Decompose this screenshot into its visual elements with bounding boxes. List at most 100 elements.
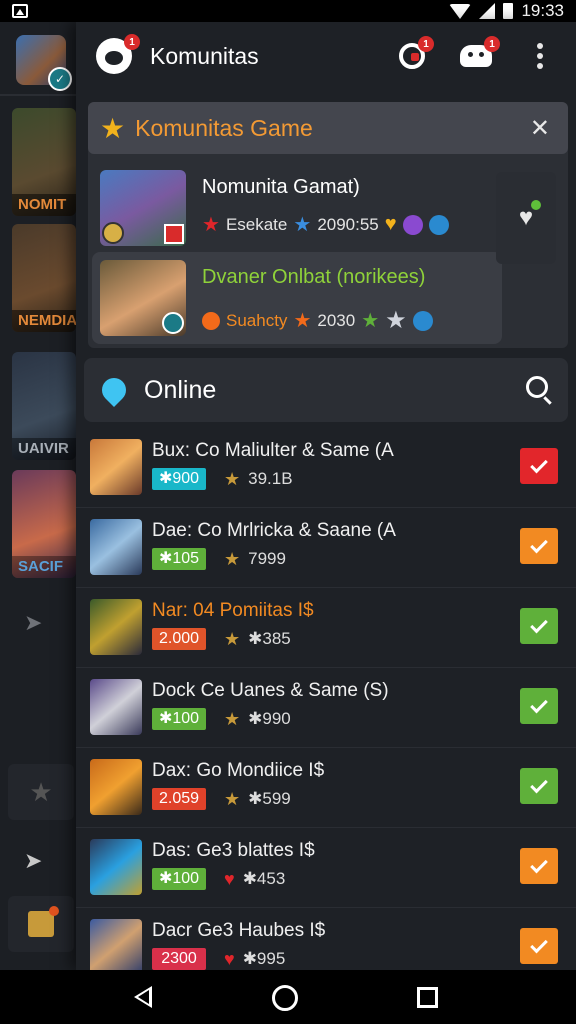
- sidebar-tile-label: NOMIT: [12, 194, 76, 216]
- send-icon[interactable]: ➤: [24, 848, 42, 874]
- battery-icon: [503, 3, 514, 19]
- user-avatar: [90, 599, 142, 655]
- top-bar: 1 Komunitas 1 1: [76, 22, 576, 90]
- heart-icon: ♥: [518, 200, 542, 231]
- select-checkbox[interactable]: [520, 928, 558, 964]
- level-tag: ✱100: [152, 868, 206, 890]
- select-checkbox[interactable]: [520, 688, 558, 724]
- star-icon: ★: [202, 214, 220, 236]
- star-icon: ★: [29, 776, 53, 807]
- star-icon: ★: [293, 214, 312, 236]
- score-value: ✱990: [248, 709, 291, 728]
- online-title: Online: [144, 375, 217, 404]
- favorite-button[interactable]: ♥: [496, 172, 556, 264]
- game-thumbnail: [100, 170, 186, 246]
- sidebar-game-tile[interactable]: SACIF: [12, 470, 76, 578]
- user-stats: ✱105 ★ 7999: [152, 548, 286, 570]
- game-thumbnail: [100, 260, 186, 336]
- select-checkbox[interactable]: [520, 608, 558, 644]
- user-score: ★ 39.1B: [224, 469, 293, 490]
- score-value: ✱599: [248, 789, 291, 808]
- user-list-row[interactable]: Dae: Co Mrlricka & Saane (A ✱105 ★ 7999: [76, 508, 576, 588]
- select-checkbox[interactable]: [520, 848, 558, 884]
- check-icon: [530, 455, 548, 474]
- user-score: ★ 7999: [224, 549, 286, 570]
- community-panel: 1 Komunitas 1 1 ★ Komunitas Game ✕ Nomun…: [76, 22, 576, 988]
- emblem-icon: [428, 214, 449, 235]
- g-button[interactable]: 1: [394, 36, 434, 74]
- user-avatar: [90, 519, 142, 575]
- close-icon[interactable]: ✕: [530, 114, 550, 143]
- notification-badge: 1: [418, 36, 434, 52]
- star-icon: ★: [224, 708, 241, 729]
- check-icon: [530, 855, 548, 874]
- user-name: Dax: Go Mondiice I$: [152, 760, 325, 781]
- level-tag: ✱105: [152, 548, 206, 570]
- more-menu-button[interactable]: [522, 38, 558, 74]
- emblem-icon: [412, 310, 433, 331]
- score-value: ✱385: [248, 629, 291, 648]
- status-bar: 19:33: [0, 0, 576, 22]
- more-dot: [537, 53, 543, 59]
- user-avatar: [90, 839, 142, 895]
- heart-icon: ♥: [224, 948, 235, 969]
- select-checkbox[interactable]: [520, 528, 558, 564]
- user-list-row[interactable]: Bux: Co Maliulter & Same (A ✱900 ★ 39.1B: [76, 428, 576, 508]
- star-icon: ★: [224, 788, 241, 809]
- back-icon[interactable]: [134, 986, 152, 1008]
- sidebar-game-tile[interactable]: NEMDIA: [12, 224, 76, 332]
- profile-avatar[interactable]: ✓: [16, 35, 72, 91]
- user-score: ★ ✱599: [224, 789, 291, 810]
- level-tag: 2300: [152, 948, 206, 970]
- community-app-icon[interactable]: 1: [96, 34, 140, 74]
- user-score: ★ ✱385: [224, 629, 291, 650]
- star-icon: ★: [100, 112, 126, 144]
- search-icon[interactable]: [526, 376, 548, 398]
- gamepad-button[interactable]: 1: [458, 36, 500, 74]
- sidebar: ✓ NOMIT NEMDIA UAIVIR SACIF ➤ ★ ➤: [0, 22, 76, 970]
- user-stats: 2.000 ★ ✱385: [152, 628, 291, 650]
- featured-game-item-selected[interactable]: Dvaner Onlbat (norikees) Suahcty ★ 2030 …: [92, 252, 502, 344]
- sidebar-mini-button[interactable]: [8, 896, 74, 952]
- featured-header: ★ Komunitas Game ✕: [88, 102, 568, 154]
- user-name: Bux: Co Maliulter & Same (A: [152, 440, 394, 461]
- check-icon: [530, 695, 548, 714]
- clock: 19:33: [521, 1, 564, 20]
- game-thumbnail-icon: [28, 906, 59, 937]
- star-icon: ★: [224, 628, 241, 649]
- level-tag: 2.000: [152, 628, 206, 650]
- game-meta: ★ Esekate ★ 2090:55 ♥: [202, 212, 449, 237]
- featured-game-item[interactable]: Nomunita Gamat) ★ Esekate ★ 2090:55 ♥: [92, 162, 502, 254]
- sidebar-game-tile[interactable]: NOMIT: [12, 108, 76, 216]
- level-tag: 2.059: [152, 788, 206, 810]
- score-value: ✱995: [242, 949, 286, 968]
- check-icon: [530, 535, 548, 554]
- select-checkbox[interactable]: [520, 768, 558, 804]
- game-name: Dvaner Onlbat (norikees): [202, 266, 426, 288]
- user-score: ♥ ✱995: [224, 949, 285, 970]
- user-list-row[interactable]: Nar: 04 Pomiitas I$ 2.000 ★ ✱385: [76, 588, 576, 668]
- screen: 19:33 ✓ NOMIT NEMDIA UAIVIR SACIF ➤ ★ ➤ …: [0, 0, 576, 1024]
- check-icon: [530, 935, 548, 954]
- sidebar-tile-label: UAIVIR: [12, 438, 76, 460]
- user-stats: ✱100 ★ ✱990: [152, 708, 291, 730]
- user-list-row[interactable]: Das: Ge3 blattes I$ ✱100 ♥ ✱453: [76, 828, 576, 908]
- home-icon[interactable]: [272, 985, 298, 1011]
- profile-badge-icon: ✓: [48, 67, 72, 91]
- user-stats: ✱900 ★ 39.1B: [152, 468, 293, 490]
- recent-apps-icon[interactable]: [417, 987, 438, 1008]
- send-icon[interactable]: ➤: [24, 610, 42, 636]
- check-icon: [530, 615, 548, 634]
- user-avatar: [90, 919, 142, 975]
- star-icon: ★: [293, 310, 312, 332]
- game-badge-icon: [164, 224, 184, 244]
- star-icon: ★: [385, 307, 407, 334]
- user-avatar: [90, 439, 142, 495]
- page-title: Komunitas: [150, 42, 259, 69]
- select-checkbox[interactable]: [520, 448, 558, 484]
- user-list-row[interactable]: Dock Ce Uanes & Same (S) ✱100 ★ ✱990: [76, 668, 576, 748]
- favorites-button[interactable]: ★: [8, 764, 74, 820]
- sidebar-game-tile[interactable]: UAIVIR: [12, 352, 76, 460]
- user-list-row[interactable]: Dax: Go Mondiice I$ 2.059 ★ ✱599: [76, 748, 576, 828]
- game-meta-text: Esekate: [225, 214, 288, 234]
